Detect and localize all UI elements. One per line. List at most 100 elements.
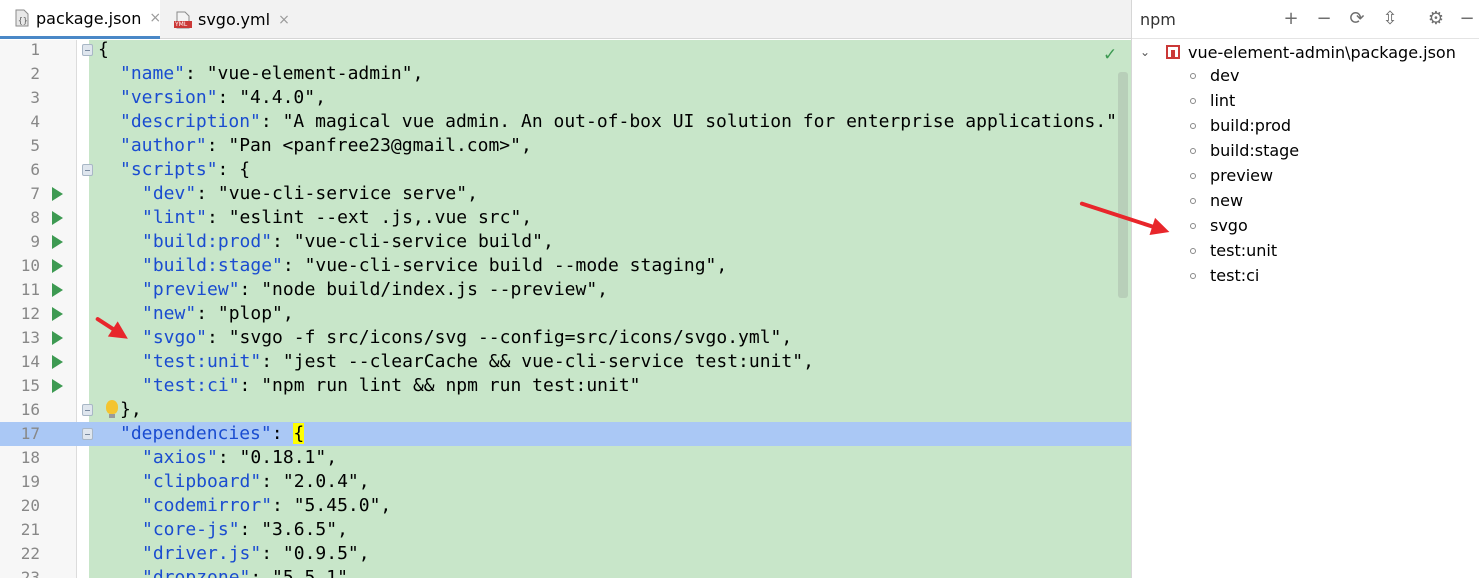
code-text[interactable]: "version": "4.4.0", bbox=[120, 86, 326, 110]
editor-pane[interactable]: {} package.json × YML svgo.yml × 1{2 "nam… bbox=[0, 0, 1131, 578]
code-line[interactable]: 1{ bbox=[0, 38, 1131, 62]
code-text[interactable]: "description": "A magical vue admin. An … bbox=[120, 110, 1128, 134]
code-text[interactable]: { bbox=[98, 38, 109, 62]
line-number[interactable]: 1 bbox=[0, 38, 40, 62]
code-line[interactable]: 20 "codemirror": "5.45.0", bbox=[0, 494, 1131, 518]
code-text[interactable]: "build:prod": "vue-cli-service build", bbox=[142, 230, 554, 254]
npm-tree-root[interactable]: ⌄ vue-element-admin\package.json bbox=[1140, 40, 1456, 64]
code-line[interactable]: 18 "axios": "0.18.1", bbox=[0, 446, 1131, 470]
code-line[interactable]: 13 "svgo": "svgo -f src/icons/svg --confi… bbox=[0, 326, 1131, 350]
code-line[interactable]: 22 "driver.js": "0.9.5", bbox=[0, 542, 1131, 566]
run-script-icon[interactable] bbox=[52, 235, 63, 249]
run-script-icon[interactable] bbox=[52, 379, 63, 393]
code-line[interactable]: 5 "author": "Pan <panfree23@gmail.com>", bbox=[0, 134, 1131, 158]
code-line[interactable]: 3 "version": "4.4.0", bbox=[0, 86, 1131, 110]
remove-icon[interactable]: − bbox=[1313, 8, 1335, 30]
code-text[interactable]: "dependencies": { bbox=[120, 422, 305, 446]
tab-package-json[interactable]: {} package.json × bbox=[0, 0, 161, 39]
code-line[interactable]: 23 "dropzone": "5.5.1", bbox=[0, 566, 1131, 578]
line-number[interactable]: 17 bbox=[0, 422, 40, 446]
add-icon[interactable]: + bbox=[1280, 8, 1302, 30]
code-text[interactable]: "core-js": "3.6.5", bbox=[142, 518, 348, 542]
collapse-all-icon[interactable]: ⇳ bbox=[1379, 8, 1401, 30]
close-icon[interactable]: × bbox=[278, 12, 290, 28]
line-number[interactable]: 9 bbox=[0, 230, 40, 254]
run-script-icon[interactable] bbox=[52, 211, 63, 225]
code-text[interactable]: "clipboard": "2.0.4", bbox=[142, 470, 370, 494]
line-number[interactable]: 6 bbox=[0, 158, 40, 182]
line-number[interactable]: 18 bbox=[0, 446, 40, 470]
line-number[interactable]: 13 bbox=[0, 326, 40, 350]
code-line[interactable]: 11 "preview": "node build/index.js --prev… bbox=[0, 278, 1131, 302]
code-line[interactable]: 8 "lint": "eslint --ext .js,.vue src", bbox=[0, 206, 1131, 230]
line-number[interactable]: 15 bbox=[0, 374, 40, 398]
line-number[interactable]: 5 bbox=[0, 134, 40, 158]
line-number[interactable]: 4 bbox=[0, 110, 40, 134]
refresh-icon[interactable]: ⟳ bbox=[1346, 8, 1368, 30]
line-number[interactable]: 23 bbox=[0, 566, 40, 578]
npm-script-test-unit[interactable]: test:unit bbox=[1190, 238, 1277, 263]
minimize-icon[interactable]: − bbox=[1456, 8, 1478, 30]
npm-script-new[interactable]: new bbox=[1190, 188, 1243, 213]
code-line[interactable]: 7 "dev": "vue-cli-service serve", bbox=[0, 182, 1131, 206]
code-text[interactable]: "name": "vue-element-admin", bbox=[120, 62, 423, 86]
line-number[interactable]: 21 bbox=[0, 518, 40, 542]
npm-script-preview[interactable]: preview bbox=[1190, 163, 1273, 188]
run-script-icon[interactable] bbox=[52, 355, 63, 369]
code-text[interactable]: "codemirror": "5.45.0", bbox=[142, 494, 391, 518]
code-line[interactable]: 17 "dependencies": { bbox=[0, 422, 1131, 446]
code-text[interactable]: "lint": "eslint --ext .js,.vue src", bbox=[142, 206, 532, 230]
code-line[interactable]: 4 "description": "A magical vue admin. An… bbox=[0, 110, 1131, 134]
npm-script-dev[interactable]: dev bbox=[1190, 63, 1239, 88]
code-text[interactable]: "test:ci": "npm run lint && npm run test… bbox=[142, 374, 641, 398]
npm-script-svgo[interactable]: svgo bbox=[1190, 213, 1248, 238]
code-text[interactable]: "dropzone": "5.5.1", bbox=[142, 566, 359, 578]
run-script-icon[interactable] bbox=[52, 307, 63, 321]
line-number[interactable]: 2 bbox=[0, 62, 40, 86]
line-number[interactable]: 7 bbox=[0, 182, 40, 206]
fold-marker-icon[interactable] bbox=[82, 404, 93, 416]
code-line[interactable]: 12 "new": "plop", bbox=[0, 302, 1131, 326]
run-script-icon[interactable] bbox=[52, 259, 63, 273]
fold-marker-icon[interactable] bbox=[82, 44, 93, 56]
fold-marker-icon[interactable] bbox=[82, 428, 93, 440]
npm-script-test-ci[interactable]: test:ci bbox=[1190, 263, 1259, 288]
code-text[interactable]: "preview": "node build/index.js --previe… bbox=[142, 278, 608, 302]
line-number[interactable]: 3 bbox=[0, 86, 40, 110]
code-text[interactable]: "new": "plop", bbox=[142, 302, 294, 326]
code-line[interactable]: 6 "scripts": { bbox=[0, 158, 1131, 182]
code-text[interactable]: "author": "Pan <panfree23@gmail.com>", bbox=[120, 134, 532, 158]
run-script-icon[interactable] bbox=[52, 283, 63, 297]
code-text[interactable]: }, bbox=[120, 398, 142, 422]
line-number[interactable]: 19 bbox=[0, 470, 40, 494]
vertical-scrollbar[interactable] bbox=[1118, 72, 1128, 298]
chevron-down-icon[interactable]: ⌄ bbox=[1140, 45, 1154, 59]
run-script-icon[interactable] bbox=[52, 187, 63, 201]
code-text[interactable]: "build:stage": "vue-cli-service build --… bbox=[142, 254, 727, 278]
line-number[interactable]: 12 bbox=[0, 302, 40, 326]
code-line[interactable]: 21 "core-js": "3.6.5", bbox=[0, 518, 1131, 542]
tab-svgo-yml[interactable]: YML svgo.yml × bbox=[160, 0, 290, 39]
code-text[interactable]: "scripts": { bbox=[120, 158, 250, 182]
code-line[interactable]: 2 "name": "vue-element-admin", bbox=[0, 62, 1131, 86]
code-line[interactable]: 16}, bbox=[0, 398, 1131, 422]
line-number[interactable]: 16 bbox=[0, 398, 40, 422]
code-line[interactable]: 14 "test:unit": "jest --clearCache && vue… bbox=[0, 350, 1131, 374]
code-text[interactable]: "svgo": "svgo -f src/icons/svg --config=… bbox=[142, 326, 792, 350]
npm-tool-window[interactable]: npm + − ⟳ ⇳ ⚙ − ⌄ vue-element-admin\pack… bbox=[1079, 0, 1479, 578]
code-line[interactable]: 10 "build:stage": "vue-cli-service build … bbox=[0, 254, 1131, 278]
line-number[interactable]: 8 bbox=[0, 206, 40, 230]
npm-script-lint[interactable]: lint bbox=[1190, 88, 1235, 113]
code-text[interactable]: "driver.js": "0.9.5", bbox=[142, 542, 370, 566]
npm-script-build-stage[interactable]: build:stage bbox=[1190, 138, 1299, 163]
line-number[interactable]: 11 bbox=[0, 278, 40, 302]
code-line[interactable]: 9 "build:prod": "vue-cli-service build", bbox=[0, 230, 1131, 254]
gear-icon[interactable]: ⚙ bbox=[1425, 8, 1447, 30]
line-number[interactable]: 22 bbox=[0, 542, 40, 566]
line-number[interactable]: 14 bbox=[0, 350, 40, 374]
code-text[interactable]: "test:unit": "jest --clearCache && vue-c… bbox=[142, 350, 814, 374]
line-number[interactable]: 10 bbox=[0, 254, 40, 278]
code-line[interactable]: 15 "test:ci": "npm run lint && npm run te… bbox=[0, 374, 1131, 398]
fold-marker-icon[interactable] bbox=[82, 164, 93, 176]
lightbulb-icon[interactable] bbox=[106, 400, 118, 418]
